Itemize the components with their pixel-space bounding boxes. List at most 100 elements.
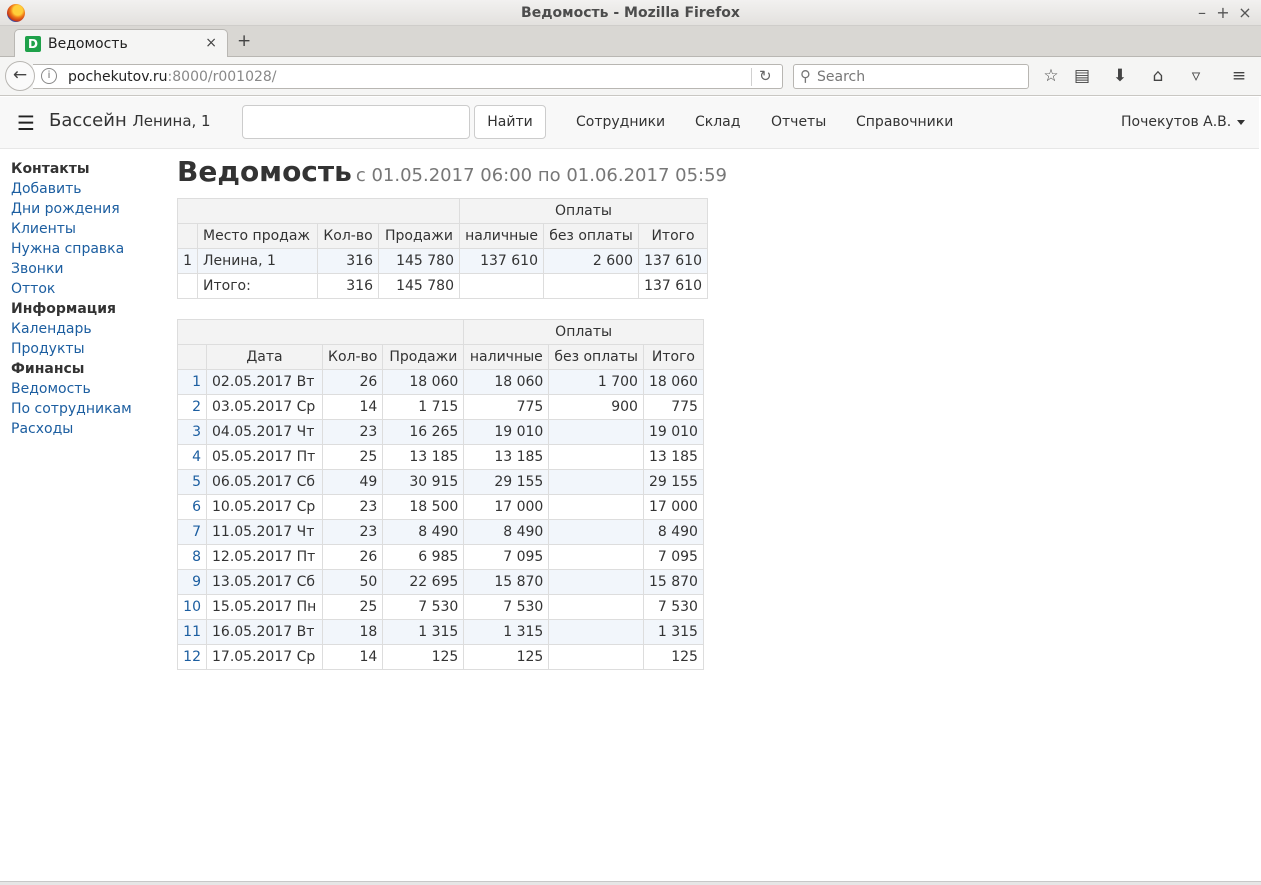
row-unpaid: 900 [548,394,644,420]
url-text[interactable]: pochekutov.ru:8000/r001028/ [68,69,277,85]
row-total: 15 870 [642,569,704,595]
brand[interactable]: Бассейн Ленина, 1 [49,110,211,131]
url-bar[interactable]: i pochekutov.ru:8000/r001028/ ↻ [33,64,783,89]
summary-header-payments: Оплаты [459,198,708,224]
table-row: 1 02.05.2017 Вт 26 18 060 18 060 1 700 18 060 [177,369,704,395]
row-date: 02.05.2017 Вт [206,369,323,395]
maximize-icon[interactable]: + [1214,3,1232,22]
summary-header-cash: наличные [459,223,544,249]
brand-subtitle: Ленина, 1 [132,112,211,130]
minimize-icon[interactable]: – [1193,3,1211,22]
row-cash: 18 060 [463,369,550,395]
browser-tab[interactable]: D Ведомость × [14,29,228,58]
row-qty: 316 [317,248,379,274]
sidebar-item-churn[interactable]: Отток [11,279,171,299]
row-qty: 18 [321,619,384,645]
row-index-link[interactable]: 8 [177,544,207,570]
row-index-link[interactable]: 7 [177,519,207,545]
daily-header-sales: Продажи [382,344,465,370]
reading-list-icon[interactable]: ▤ [1072,66,1092,86]
hamburger-menu-icon[interactable]: ☰ [17,111,35,135]
row-unpaid: 1 700 [548,369,644,395]
tab-bar: D Ведомость × + [0,26,1261,58]
totals-qty: 316 [317,273,379,299]
row-unpaid [548,494,644,520]
pocket-icon[interactable]: ▿ [1186,66,1206,86]
home-icon[interactable]: ⌂ [1148,66,1168,86]
info-icon[interactable]: i [41,68,57,84]
row-index-link[interactable]: 10 [177,594,207,620]
row-date: 04.05.2017 Чт [206,419,323,445]
table-row: 9 13.05.2017 Сб 50 22 695 15 870 15 870 [177,569,704,595]
browser-search-box[interactable]: ⚲ Search [793,64,1029,89]
nav-link-warehouse[interactable]: Склад [695,114,740,130]
table-row: 6 10.05.2017 Ср 23 18 500 17 000 17 000 [177,494,704,520]
row-unpaid [548,544,644,570]
summary-header-unpaid: без оплаты [543,223,639,249]
row-index-link[interactable]: 11 [177,619,207,645]
sidebar-section-contacts: Контакты [11,161,90,177]
site-search-input[interactable] [242,105,470,139]
row-qty: 25 [321,444,384,470]
close-window-icon[interactable]: × [1236,3,1254,22]
sidebar-item-products[interactable]: Продукты [11,339,171,359]
row-unpaid [548,644,644,670]
user-menu[interactable]: Почекутов А.В. [1121,114,1246,130]
daily-header-index [177,344,207,370]
row-qty: 23 [321,419,384,445]
sidebar-item-calendar[interactable]: Календарь [11,319,171,339]
downloads-icon[interactable]: ⬇ [1110,66,1130,86]
row-sales: 1 715 [382,394,465,420]
sidebar-item-expenses[interactable]: Расходы [11,419,171,439]
nav-link-references[interactable]: Справочники [856,114,953,130]
row-unpaid [548,519,644,545]
row-index-link[interactable]: 1 [177,369,207,395]
row-index-link[interactable]: 4 [177,444,207,470]
new-tab-icon[interactable]: + [237,31,251,51]
row-total: 7 095 [642,544,704,570]
sidebar-item-clients[interactable]: Клиенты [11,219,171,239]
find-button[interactable]: Найти [474,105,546,139]
tab-title: Ведомость [48,36,128,52]
nav-link-employees[interactable]: Сотрудники [576,114,665,130]
user-name: Почекутов А.В. [1121,114,1232,130]
reload-icon[interactable]: ↻ [759,67,772,85]
row-index-link[interactable]: 3 [177,419,207,445]
row-total: 125 [642,644,704,670]
bookmark-star-icon[interactable]: ☆ [1041,66,1061,86]
row-index-link[interactable]: 5 [177,469,207,495]
tab-close-icon[interactable]: × [205,35,217,51]
back-button[interactable]: ← [5,61,35,91]
totals-cash [459,273,544,299]
row-index-link[interactable]: 2 [177,394,207,420]
site-navbar: ☰ Бассейн Ленина, 1 Найти Сотрудники Скл… [0,97,1259,149]
row-date: 06.05.2017 Сб [206,469,323,495]
url-host: pochekutov.ru [68,69,168,85]
sidebar-item-by-employee[interactable]: По сотрудникам [11,399,171,419]
row-index-link[interactable]: 12 [177,644,207,670]
row-sales: 7 530 [382,594,465,620]
nav-link-reports[interactable]: Отчеты [771,114,826,130]
sidebar-item-statement[interactable]: Ведомость [11,379,171,399]
summary-header-qty: Кол-во [317,223,379,249]
sidebar-item-calls[interactable]: Звонки [11,259,171,279]
sidebar-section-information: Информация [11,301,116,317]
row-cash: 775 [463,394,550,420]
sidebar-item-add[interactable]: Добавить [11,179,171,199]
row-cash: 8 490 [463,519,550,545]
row-total: 8 490 [642,519,704,545]
row-date: 03.05.2017 Ср [206,394,323,420]
sidebar-item-birthdays[interactable]: Дни рождения [11,199,171,219]
row-unpaid: 2 600 [543,248,639,274]
menu-icon[interactable]: ≡ [1229,66,1249,86]
page-title-text: Ведомость [177,155,352,188]
row-cash: 19 010 [463,419,550,445]
row-date: 12.05.2017 Пт [206,544,323,570]
daily-table: Оплаты Дата Кол-во Продажи наличные без … [176,319,704,670]
row-index-link[interactable]: 9 [177,569,207,595]
row-date: 10.05.2017 Ср [206,494,323,520]
row-index-link[interactable]: 6 [177,494,207,520]
summary-header-total: Итого [638,223,708,249]
sidebar-item-need-certificate[interactable]: Нужна справка [11,239,171,259]
row-unpaid [548,469,644,495]
